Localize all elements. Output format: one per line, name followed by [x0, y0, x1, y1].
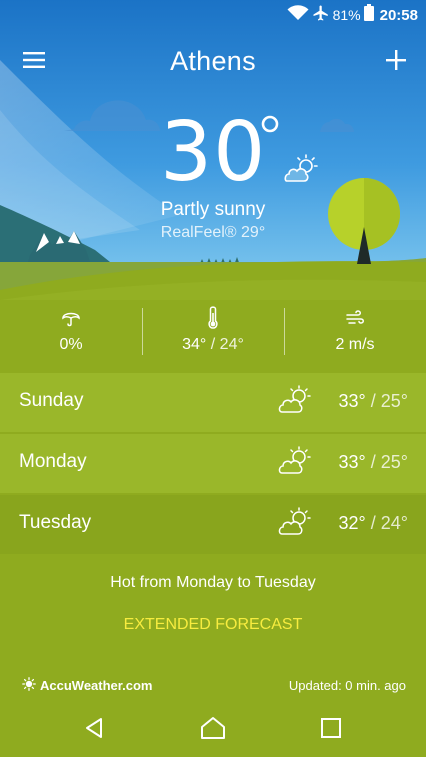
clock: 20:58: [379, 6, 418, 24]
forecast-high: 33°: [338, 452, 366, 472]
degree-symbol: [260, 114, 280, 139]
partly-sunny-icon: [277, 507, 313, 542]
forecast-row-monday[interactable]: Monday 33° / 25°: [0, 434, 426, 493]
status-bar: 81% 20:58: [0, 0, 426, 30]
wind-value: 2 m/s: [335, 336, 375, 353]
back-button[interactable]: [76, 715, 112, 745]
temperature-value: 30: [160, 105, 267, 200]
recents-button[interactable]: [313, 715, 349, 745]
forecast-day: Monday: [19, 451, 87, 472]
app-header: Athens: [0, 40, 426, 86]
sun-icon: [22, 676, 36, 694]
partly-sunny-icon: [282, 154, 320, 189]
forecast-low: 24°: [380, 513, 408, 533]
partly-sunny-icon: [277, 446, 313, 481]
forecast-temps: 33° / 25°: [339, 452, 408, 473]
home-button[interactable]: [195, 715, 231, 745]
back-icon: [84, 717, 104, 744]
battery-percent: 81%: [332, 7, 361, 23]
temperature-range-value: 34° / 24°: [142, 336, 284, 354]
forecast-row-tuesday[interactable]: Tuesday 32° / 24°: [0, 495, 426, 554]
forecast-temps: 33° / 25°: [339, 391, 408, 412]
metrics-row: 0% 34° / 24° 2 m/s: [0, 305, 426, 358]
forecast-day: Sunday: [19, 390, 84, 411]
forecast-separator: /: [365, 513, 381, 533]
forecast-high: 32°: [338, 513, 366, 533]
wifi-icon: [287, 4, 309, 26]
forecast-low: 25°: [380, 391, 408, 411]
condition-text: Partly sunny: [160, 199, 266, 220]
forecast-separator: /: [365, 452, 381, 472]
navigation-bar: [0, 705, 426, 757]
partly-sunny-icon: [277, 385, 313, 420]
city-name: Athens: [170, 46, 256, 76]
divider: [142, 308, 143, 355]
add-location-button[interactable]: [378, 44, 414, 80]
updated-text: Updated: 0 min. ago: [288, 678, 406, 693]
recents-icon: [321, 717, 341, 743]
weather-screen: 81% 20:58 Athens 30 Partly sunny RealFee…: [0, 0, 426, 757]
wind-icon: [345, 309, 365, 332]
forecast-separator: /: [365, 391, 381, 411]
battery-icon: [363, 4, 374, 26]
low-temp: 24°: [219, 336, 244, 353]
forecast-day: Tuesday: [19, 512, 92, 533]
temp-separator: /: [206, 336, 220, 353]
divider: [284, 308, 285, 355]
precipitation-value: 0%: [59, 336, 83, 353]
extended-forecast-link[interactable]: EXTENDED FORECAST: [113, 610, 313, 640]
umbrella-icon: [61, 308, 81, 333]
thermometer-icon: [206, 305, 220, 335]
forecast-low: 25°: [380, 452, 408, 472]
wind-metric: 2 m/s: [284, 308, 426, 358]
forecast-high: 33°: [338, 391, 366, 411]
forecast-summary: Hot from Monday to Tuesday: [110, 574, 316, 591]
accuweather-logo[interactable]: AccuWeather.com: [22, 676, 152, 694]
forecast-row-sunday[interactable]: Sunday 33° / 25°: [0, 373, 426, 432]
airplane-icon: [312, 4, 330, 27]
current-temperature: 30: [160, 110, 279, 200]
high-temp: 34°: [182, 336, 207, 353]
forecast-temps: 32° / 24°: [339, 513, 408, 534]
realfeel-text: RealFeel® 29°: [160, 224, 266, 241]
brand-text: AccuWeather.com: [40, 677, 153, 693]
temperature-range-metric: 34° / 24°: [142, 305, 284, 358]
home-icon: [200, 716, 226, 745]
status-icons: 81% 20:58: [287, 4, 418, 27]
plus-icon: [386, 49, 406, 75]
precipitation-metric: 0%: [0, 308, 142, 358]
